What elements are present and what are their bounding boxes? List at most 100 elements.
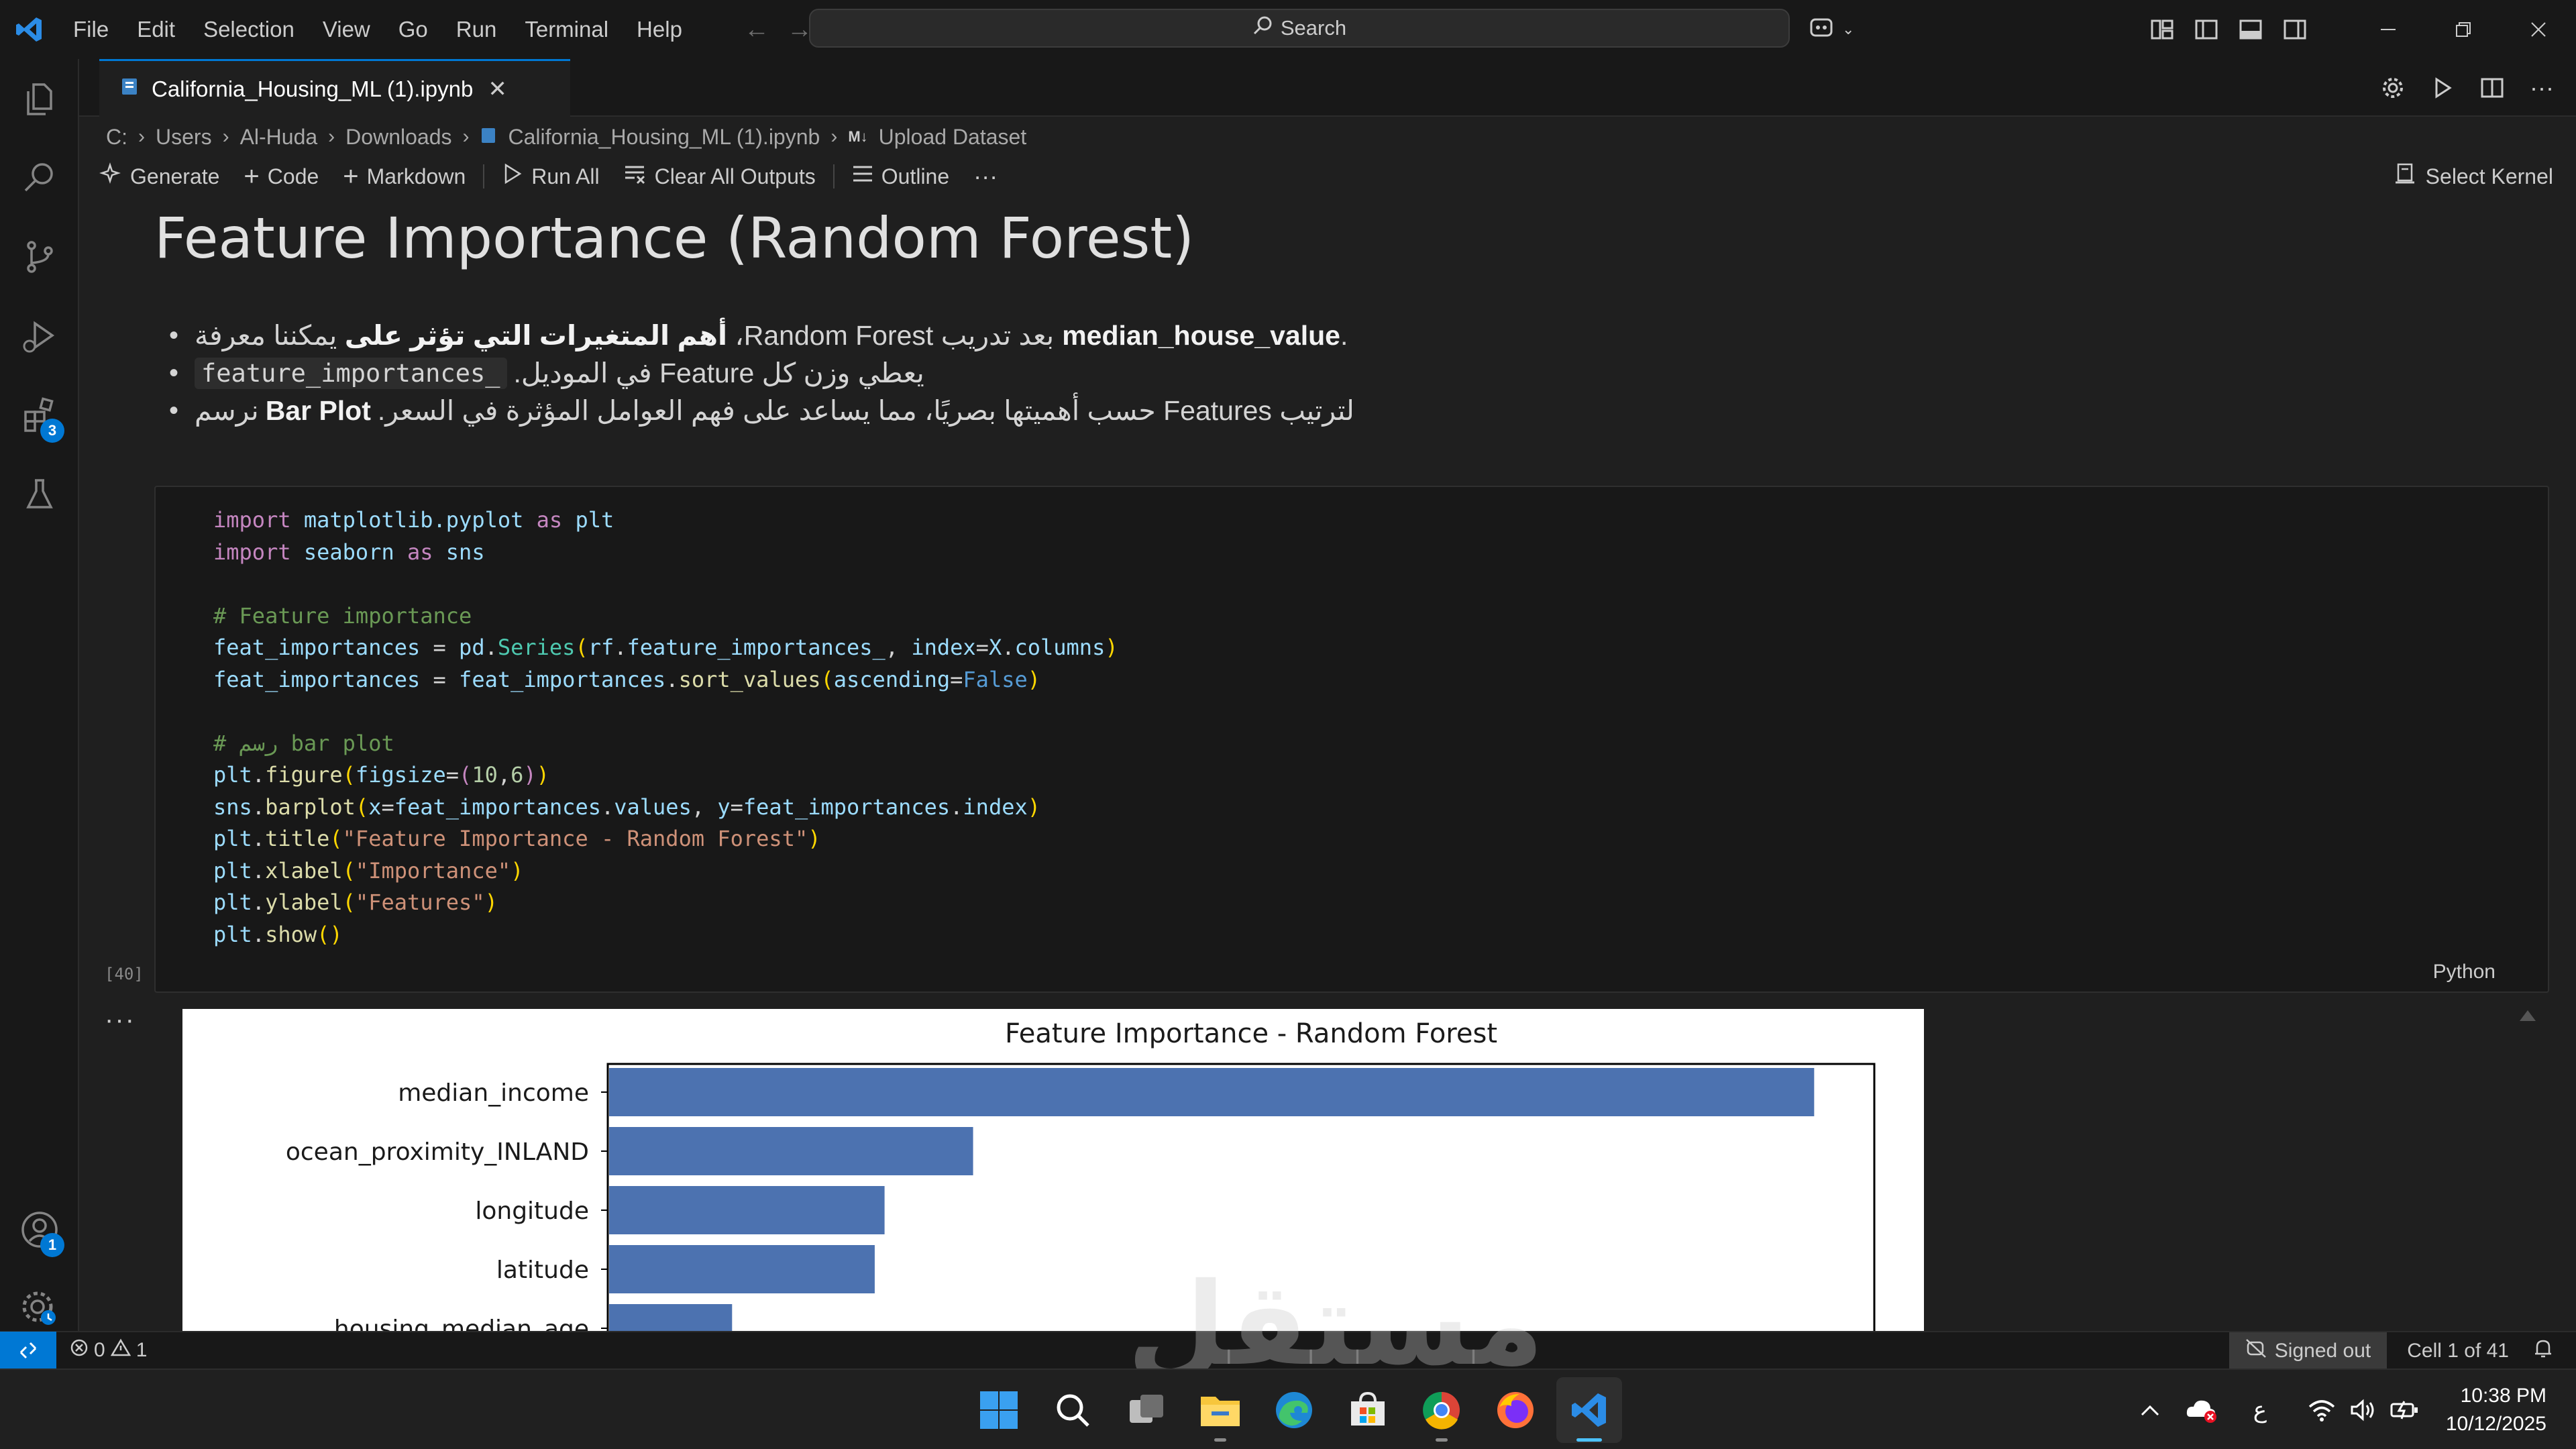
- breadcrumb-section[interactable]: Upload Dataset: [879, 125, 1027, 150]
- breadcrumb-drive[interactable]: C:: [106, 125, 127, 150]
- menu-terminal[interactable]: Terminal: [511, 9, 623, 50]
- source-control-icon[interactable]: [0, 217, 79, 297]
- tab-close-icon[interactable]: ✕: [488, 76, 507, 103]
- onedrive-error-icon[interactable]: [2180, 1389, 2222, 1431]
- toolbar-more-icon[interactable]: ···: [961, 157, 1010, 196]
- generate-button[interactable]: Generate: [79, 157, 231, 196]
- tab-notebook[interactable]: California_Housing_ML (1).ipynb ✕: [99, 59, 570, 117]
- copilot-signed-out-button[interactable]: Signed out: [2229, 1332, 2387, 1370]
- copilot-icon: [1807, 13, 1838, 47]
- testing-icon[interactable]: [0, 455, 79, 534]
- more-actions-icon[interactable]: ···: [2520, 66, 2564, 110]
- extensions-icon[interactable]: 3: [0, 376, 79, 455]
- firefox-app[interactable]: [1483, 1377, 1548, 1443]
- battery-icon[interactable]: [2384, 1389, 2426, 1431]
- extensions-badge: 3: [40, 419, 64, 443]
- breadcrumb-file[interactable]: California_Housing_ML (1).ipynb: [508, 125, 820, 150]
- search-icon: [1057, 1394, 1089, 1427]
- menu-file[interactable]: File: [59, 9, 123, 50]
- customize-layout-icon[interactable]: [2140, 7, 2184, 52]
- code-line-2: import seaborn as sns: [213, 539, 485, 565]
- taskbar-search-button[interactable]: [1040, 1377, 1106, 1443]
- task-view-icon: [1130, 1395, 1163, 1423]
- select-kernel-button[interactable]: Select Kernel: [2394, 157, 2553, 196]
- code-line-5: feat_importances = pd.Series(rf.feature_…: [213, 635, 1118, 660]
- menu-view[interactable]: View: [309, 9, 384, 50]
- remote-indicator-button[interactable]: [0, 1332, 56, 1369]
- clear-all-outputs-button[interactable]: Clear All Outputs: [612, 157, 828, 196]
- cell-language-picker[interactable]: Python: [2433, 961, 2496, 983]
- run-all-icon: [502, 163, 523, 190]
- file-explorer-app[interactable]: [1187, 1377, 1253, 1443]
- run-play-icon[interactable]: [2420, 66, 2465, 110]
- output-more-actions-icon[interactable]: ···: [105, 1005, 136, 1035]
- code-editor[interactable]: import matplotlib.pyplot as plt import s…: [213, 504, 1118, 951]
- breadcrumb-user-folder[interactable]: Al-Huda: [240, 125, 318, 150]
- windows-taskbar: ع 10:38 PM 10/12/2025: [0, 1368, 2576, 1449]
- clock-date: 10/12/2025: [2445, 1413, 2546, 1435]
- bullet-1-target: median_house_value: [1062, 319, 1340, 351]
- restore-button[interactable]: [2426, 0, 2501, 59]
- back-arrow-icon[interactable]: ←: [735, 15, 778, 44]
- markdown-bullet-list: بعد تدريب Random Forest، أهم المتغيرات ا…: [169, 317, 1536, 429]
- markdown-bullet-1: بعد تدريب Random Forest، أهم المتغيرات ا…: [169, 317, 1536, 354]
- start-button[interactable]: [966, 1377, 1032, 1443]
- menu-go[interactable]: Go: [384, 9, 442, 50]
- notifications-bell-icon[interactable]: [2529, 1338, 2576, 1364]
- search-view-icon[interactable]: [0, 138, 79, 217]
- clear-all-label: Clear All Outputs: [654, 164, 816, 189]
- taskbar-clock[interactable]: 10:38 PM 10/12/2025: [2426, 1382, 2576, 1438]
- copilot-button[interactable]: ⌄: [1807, 9, 1854, 50]
- plus-icon: +: [343, 161, 359, 191]
- problems-indicator[interactable]: 0 1: [56, 1338, 160, 1362]
- output-collapse-icon[interactable]: [2520, 1010, 2536, 1021]
- accounts-icon[interactable]: 1: [0, 1190, 79, 1269]
- wifi-icon[interactable]: [2301, 1389, 2343, 1431]
- keyboard-language-indicator[interactable]: ع: [2239, 1389, 2281, 1431]
- run-all-button[interactable]: Run All: [490, 157, 611, 196]
- code-line-6: feat_importances = feat_importances.sort…: [213, 666, 1040, 692]
- command-center-search[interactable]: Search: [809, 9, 1790, 48]
- show-hidden-icons-chevron-up-icon[interactable]: [2129, 1389, 2171, 1431]
- error-count: 0: [94, 1339, 105, 1361]
- bar-longitude: [609, 1186, 885, 1234]
- store-app[interactable]: [1335, 1377, 1401, 1443]
- toggle-primary-sidebar-icon[interactable]: [2184, 7, 2229, 52]
- chrome-app[interactable]: [1409, 1377, 1474, 1443]
- warning-icon: [110, 1338, 131, 1362]
- volume-icon[interactable]: [2343, 1389, 2384, 1431]
- code-cell[interactable]: import matplotlib.pyplot as plt import s…: [154, 486, 2549, 993]
- settings-gear-icon[interactable]: [2371, 66, 2415, 110]
- breadcrumb-downloads[interactable]: Downloads: [345, 125, 451, 150]
- bars-group: [609, 1068, 1815, 1331]
- edge-icon: [1276, 1392, 1312, 1428]
- chart-title: Feature Importance - Random Forest: [1005, 1018, 1497, 1049]
- menu-edit[interactable]: Edit: [123, 9, 189, 50]
- minimize-button[interactable]: [2351, 0, 2426, 59]
- bar-chart: Feature Importance - Random Forest media…: [286, 1018, 1876, 1331]
- menu-run[interactable]: Run: [442, 9, 511, 50]
- task-view-button[interactable]: [1114, 1377, 1179, 1443]
- bullet-3-pre: نرسم: [195, 395, 259, 426]
- chevron-right-icon: ›: [462, 125, 470, 148]
- menu-selection[interactable]: Selection: [189, 9, 309, 50]
- cell-position-indicator[interactable]: Cell 1 of 41: [2387, 1340, 2529, 1362]
- vscode-app[interactable]: [1556, 1377, 1622, 1443]
- outline-button[interactable]: Outline: [840, 157, 961, 196]
- breadcrumb-users[interactable]: Users: [156, 125, 212, 150]
- markdown-label: Markdown: [366, 164, 466, 189]
- run-debug-icon[interactable]: [0, 297, 79, 376]
- edge-app[interactable]: [1261, 1377, 1327, 1443]
- explorer-icon[interactable]: [0, 59, 79, 138]
- kernel-icon: [2394, 162, 2416, 191]
- close-window-button[interactable]: [2501, 0, 2576, 59]
- y-tick-label: housing_median_age: [334, 1316, 589, 1331]
- toggle-secondary-sidebar-icon[interactable]: [2273, 7, 2317, 52]
- toggle-panel-icon[interactable]: [2229, 7, 2273, 52]
- add-markdown-cell-button[interactable]: + Markdown: [331, 157, 478, 196]
- y-tick-label: longitude: [475, 1197, 589, 1225]
- split-editor-icon[interactable]: [2470, 66, 2514, 110]
- menu-help[interactable]: Help: [623, 9, 696, 50]
- add-code-cell-button[interactable]: + Code: [231, 157, 331, 196]
- accounts-badge: 1: [40, 1233, 64, 1257]
